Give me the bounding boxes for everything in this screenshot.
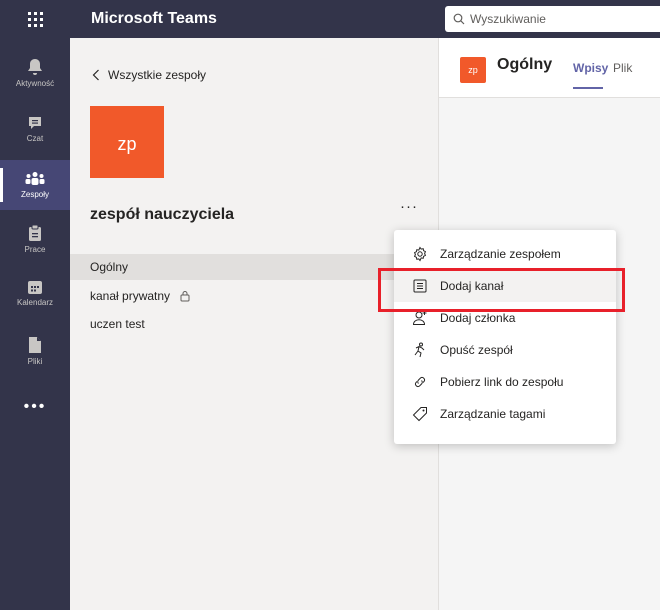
menu-item-label: Zarządzanie tagami [440,407,546,421]
team-panel: Wszystkie zespoły zp zespół nauczyciela … [70,38,438,610]
search-input[interactable]: Wyszukiwanie [445,6,660,32]
menu-item-label: Pobierz link do zespołu [440,375,564,389]
menu-item-label: Opuść zespół [440,343,513,357]
files-icon [29,337,41,353]
back-label: Wszystkie zespoły [108,68,207,82]
app-title: Microsoft Teams [91,10,217,27]
channel-header: zp Ogólny Wpisy Plik [439,38,660,98]
app-launcher-button[interactable] [0,0,70,38]
assignments-icon [29,224,41,241]
rail-item-files[interactable]: Pliki [0,326,70,376]
tag-icon [412,407,427,422]
link-icon [415,377,425,387]
highlight-annotation [378,268,625,312]
app-rail: Aktywność Czat Zespoły Prace Kalendarz P… [0,38,70,610]
leave-icon [414,342,425,358]
rail-item-teams[interactable]: Zespoły [0,160,70,210]
top-bar: Microsoft Teams Wyszukiwanie [0,0,660,38]
rail-item-label: Pliki [27,357,43,366]
tab-posts[interactable]: Wpisy [573,61,608,89]
rail-item-activity[interactable]: Aktywność [0,48,70,98]
calendar-icon [28,281,42,294]
lock-icon [180,291,190,302]
rail-item-label: Zespoły [20,190,49,199]
channel-item-student-test[interactable]: uczen test [70,311,438,337]
channel-label: Ogólny [90,260,129,274]
rail-item-label: Prace [24,245,46,254]
search-icon [453,13,465,25]
channel-label: uczen test [90,317,145,331]
search-placeholder: Wyszukiwanie [470,12,546,26]
gear-icon [413,246,427,262]
team-avatar-small: zp [460,57,486,83]
channel-label: kanał prywatny [90,289,171,303]
menu-item-get-link[interactable]: Pobierz link do zespołu [394,366,616,398]
chat-icon [29,117,41,129]
channel-title: Ogólny [497,56,553,73]
back-to-teams-link[interactable]: Wszystkie zespoły [92,68,206,82]
team-more-options-button[interactable]: ··· [400,198,418,215]
rail-item-label: Czat [26,134,44,143]
menu-item-label: Zarządzanie zespołem [440,247,561,261]
bell-icon [28,59,42,75]
tab-files[interactable]: Plik [613,61,632,75]
rail-item-assignments[interactable]: Prace [0,214,70,264]
rail-item-chat[interactable]: Czat [0,104,70,154]
teams-icon [25,172,45,185]
rail-item-label: Aktywność [15,79,55,88]
team-options-menu: Zarządzanie zespołem Dodaj kanał Dodaj c… [394,230,616,444]
rail-item-label: Kalendarz [16,298,54,307]
add-member-icon [412,311,427,325]
menu-item-manage-team[interactable]: Zarządzanie zespołem [394,238,616,270]
chevron-left-icon [92,69,99,81]
rail-item-calendar[interactable]: Kalendarz [0,268,70,318]
menu-item-label: Dodaj członka [440,311,516,325]
team-name: zespół nauczyciela [90,206,235,223]
more-apps-button[interactable]: ••• [0,398,70,416]
team-avatar: zp [90,106,164,178]
menu-item-manage-tags[interactable]: Zarządzanie tagami [394,398,616,430]
channel-item-general[interactable]: Ogólny [70,254,400,280]
menu-item-leave-team[interactable]: Opuść zespół [394,334,616,366]
waffle-icon [27,11,43,27]
